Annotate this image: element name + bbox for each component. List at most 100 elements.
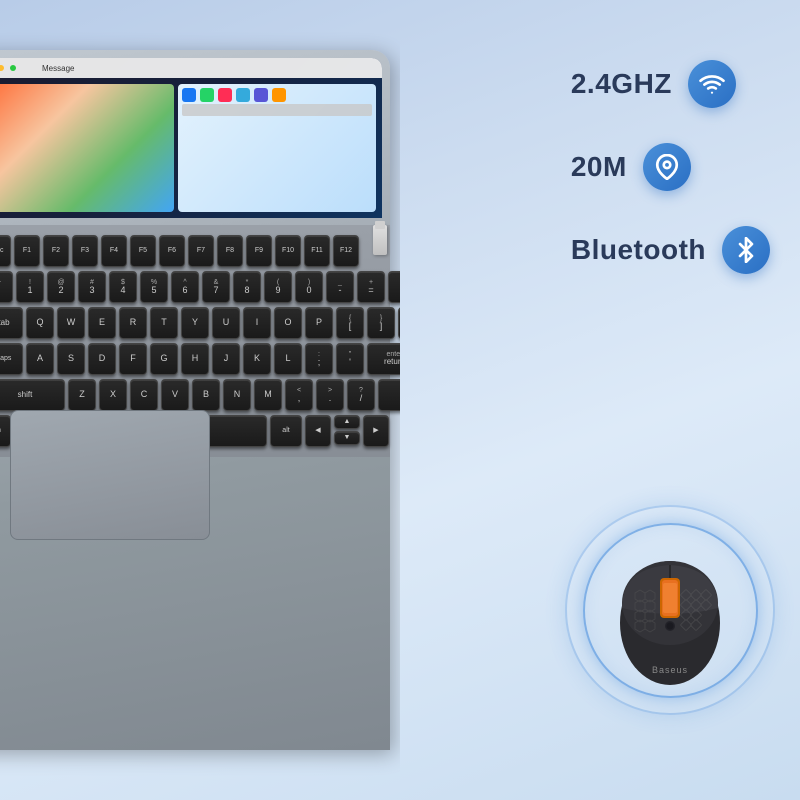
key-quote[interactable]: "'	[336, 343, 364, 375]
key-enter[interactable]: enter return	[367, 343, 400, 375]
key-f5[interactable]: F5	[130, 235, 156, 267]
spec-bluetooth-label: Bluetooth	[571, 234, 706, 266]
key-rbracket[interactable]: }]	[367, 307, 395, 339]
key-r[interactable]: R	[119, 307, 147, 339]
key-y[interactable]: Y	[181, 307, 209, 339]
menu-text: Message	[42, 64, 74, 73]
key-delete[interactable]: delete	[388, 271, 400, 303]
key-z[interactable]: Z	[68, 379, 96, 411]
key-backslash[interactable]: |\	[398, 307, 400, 339]
key-shift-left[interactable]: shift	[0, 379, 65, 411]
key-1[interactable]: !1	[16, 271, 44, 303]
key-p[interactable]: P	[305, 307, 333, 339]
specs-section: 2.4GHZ 20M Bluetooth	[571, 60, 770, 274]
key-row-zxcv: shift Z X C V B N M <, >. ?/ shift	[0, 379, 375, 411]
key-backtick[interactable]: ~`	[0, 271, 13, 303]
key-l[interactable]: L	[274, 343, 302, 375]
key-t[interactable]: T	[150, 307, 178, 339]
key-arrow-down[interactable]: ▼	[334, 431, 360, 445]
key-f2[interactable]: F2	[43, 235, 69, 267]
spec-wifi: 2.4GHZ	[571, 60, 770, 108]
key-s[interactable]: S	[57, 343, 85, 375]
key-arrow-right[interactable]: ▶	[363, 415, 389, 447]
location-icon	[643, 143, 691, 191]
key-row-fn: esc F1 F2 F3 F4 F5 F6 F7 F8 F9 F10 F11 F…	[0, 235, 375, 267]
app-icon	[182, 88, 196, 102]
key-w[interactable]: W	[57, 307, 85, 339]
key-f[interactable]: F	[119, 343, 147, 375]
key-minus[interactable]: _-	[326, 271, 354, 303]
trackpad[interactable]	[10, 410, 210, 540]
key-8[interactable]: *8	[233, 271, 261, 303]
usb-dongle	[373, 225, 387, 255]
maximize-dot	[10, 65, 16, 71]
key-f10[interactable]: F10	[275, 235, 301, 267]
key-esc[interactable]: esc	[0, 235, 11, 267]
key-b[interactable]: B	[192, 379, 220, 411]
app-icon	[254, 88, 268, 102]
key-9[interactable]: (9	[264, 271, 292, 303]
key-f1[interactable]: F1	[14, 235, 40, 267]
key-m[interactable]: M	[254, 379, 282, 411]
laptop-screen: Message	[0, 58, 382, 218]
key-5[interactable]: %5	[140, 271, 168, 303]
key-f9[interactable]: F9	[246, 235, 272, 267]
key-slash[interactable]: ?/	[347, 379, 375, 411]
key-d[interactable]: D	[88, 343, 116, 375]
key-capslock[interactable]: caps	[0, 343, 23, 375]
key-a[interactable]: A	[26, 343, 54, 375]
key-shift-right[interactable]: shift	[378, 379, 400, 411]
key-period[interactable]: >.	[316, 379, 344, 411]
laptop-body: Message	[0, 50, 390, 750]
key-q[interactable]: Q	[26, 307, 54, 339]
menu-bar: Message	[0, 58, 382, 78]
key-f3[interactable]: F3	[72, 235, 98, 267]
key-2[interactable]: @2	[47, 271, 75, 303]
spec-range-label: 20M	[571, 151, 627, 183]
screen-apps	[0, 78, 382, 218]
key-h[interactable]: H	[181, 343, 209, 375]
key-c[interactable]: C	[130, 379, 158, 411]
key-6[interactable]: ^6	[171, 271, 199, 303]
key-f8[interactable]: F8	[217, 235, 243, 267]
key-f6[interactable]: F6	[159, 235, 185, 267]
mouse-section: Baseus	[560, 500, 780, 720]
spec-bluetooth: Bluetooth	[571, 226, 770, 274]
key-arrow-left[interactable]: ◀	[305, 415, 331, 447]
key-o[interactable]: O	[274, 307, 302, 339]
key-n[interactable]: N	[223, 379, 251, 411]
key-4[interactable]: $4	[109, 271, 137, 303]
key-x[interactable]: X	[99, 379, 127, 411]
key-g[interactable]: G	[150, 343, 178, 375]
key-i[interactable]: I	[243, 307, 271, 339]
laptop-section: Message	[0, 0, 400, 800]
key-3[interactable]: #3	[78, 271, 106, 303]
key-e[interactable]: E	[88, 307, 116, 339]
key-f4[interactable]: F4	[101, 235, 127, 267]
key-tab[interactable]: tab	[0, 307, 23, 339]
key-row-qwerty: tab Q W E R T Y U I O P {[ }] |\	[0, 307, 375, 339]
key-f11[interactable]: F11	[304, 235, 330, 267]
key-lbracket[interactable]: {[	[336, 307, 364, 339]
key-j[interactable]: J	[212, 343, 240, 375]
key-semicolon[interactable]: :;	[305, 343, 333, 375]
key-7[interactable]: &7	[202, 271, 230, 303]
usb-tip	[375, 221, 385, 229]
key-f7[interactable]: F7	[188, 235, 214, 267]
iphone-bar	[182, 104, 372, 116]
key-k[interactable]: K	[243, 343, 271, 375]
key-comma[interactable]: <,	[285, 379, 313, 411]
minimize-dot	[0, 65, 4, 71]
key-arrow-up[interactable]: ▲	[334, 415, 360, 429]
key-v[interactable]: V	[161, 379, 189, 411]
key-equals[interactable]: +=	[357, 271, 385, 303]
mouse-glow: Baseus	[560, 500, 780, 720]
app-thumb-right	[178, 84, 376, 212]
app-icon	[236, 88, 250, 102]
wifi-icon	[688, 60, 736, 108]
key-f12[interactable]: F12	[333, 235, 359, 267]
spec-range: 20M	[571, 143, 770, 191]
key-u[interactable]: U	[212, 307, 240, 339]
key-0[interactable]: )0	[295, 271, 323, 303]
key-alt-right[interactable]: alt	[270, 415, 302, 447]
